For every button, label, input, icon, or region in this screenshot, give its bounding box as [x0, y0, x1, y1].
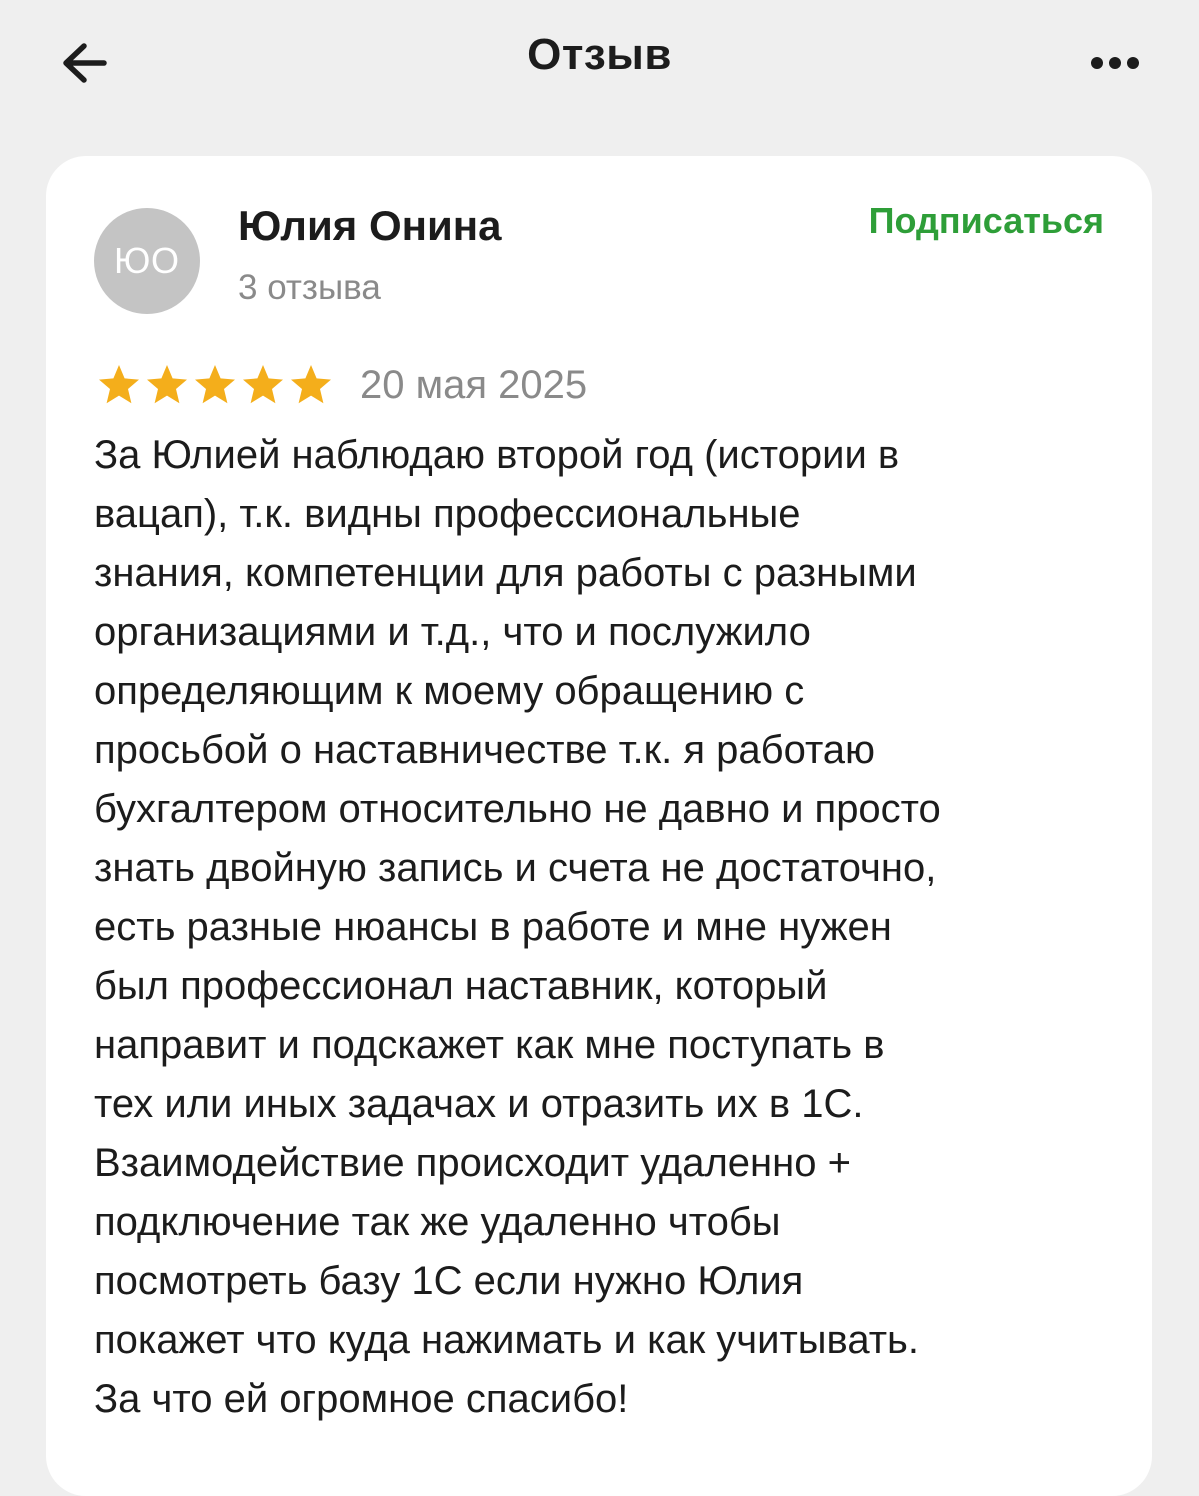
more-horizontal-icon: [1086, 46, 1146, 80]
subscribe-button[interactable]: Подписаться: [869, 200, 1104, 242]
review-card: ЮО Юлия Онина 3 отзыва Подписаться 20 ма…: [46, 156, 1152, 1496]
star-icon: [192, 363, 238, 407]
author-reviews-count: 3 отзыва: [238, 268, 381, 307]
rating-row: 20 мая 2025: [96, 360, 587, 410]
review-text: За Юлией наблюдаю второй год (истории в …: [94, 433, 941, 1421]
star-icon: [96, 363, 142, 407]
author-name[interactable]: Юлия Онина: [238, 202, 502, 250]
review-date: 20 мая 2025: [360, 362, 588, 407]
star-icon: [288, 363, 334, 407]
star-icon: [144, 363, 190, 407]
more-options-button[interactable]: [1086, 46, 1146, 80]
avatar-initials: ЮО: [114, 240, 180, 281]
star-rating: [96, 363, 334, 407]
star-icon: [240, 363, 286, 407]
avatar[interactable]: ЮО: [94, 208, 200, 314]
top-bar: Отзыв: [0, 0, 1199, 120]
page-title: Отзыв: [527, 30, 672, 79]
